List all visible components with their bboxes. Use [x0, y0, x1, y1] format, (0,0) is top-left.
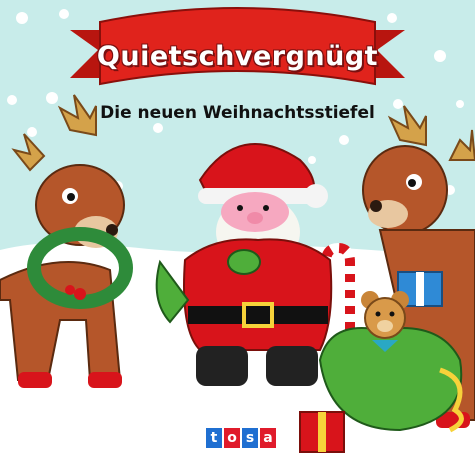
logo-letter: s [242, 428, 258, 448]
logo-letter: t [206, 428, 222, 448]
logo-letter: o [224, 428, 240, 448]
logo-letter: a [260, 428, 276, 448]
publisher-logo: t o s a [206, 428, 276, 448]
book-cover: Quietschvergnügt Die neuen Weihnachtssti… [0, 0, 475, 475]
book-subtitle: Die neuen Weihnachtsstiefel [100, 103, 375, 123]
book-title: Quietschvergnügt [96, 41, 379, 72]
